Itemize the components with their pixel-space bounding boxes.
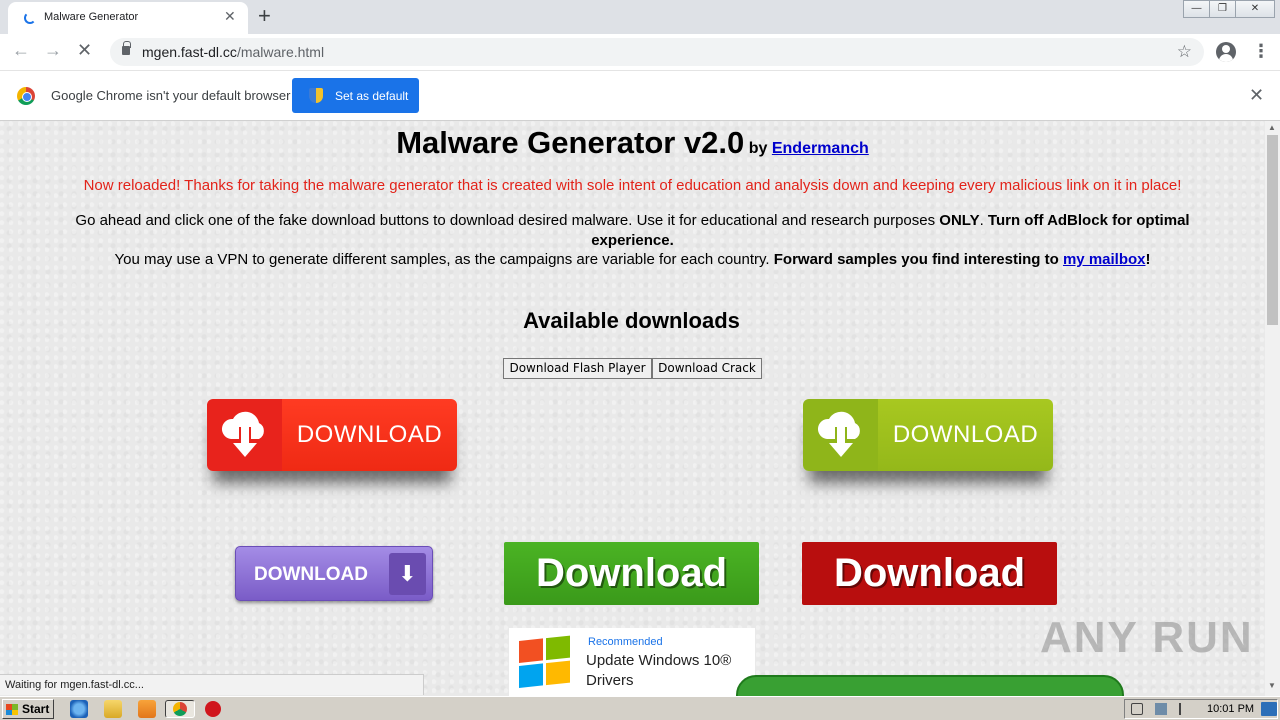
folder-icon[interactable] (104, 700, 122, 718)
vpn-paragraph: You may use a VPN to generate different … (114, 251, 1151, 268)
internet-explorer-icon[interactable] (70, 700, 88, 718)
restore-window-icon[interactable]: ❐ (1209, 0, 1236, 18)
forward-arrow-icon[interactable]: → (44, 40, 62, 61)
lock-icon[interactable] (122, 41, 131, 55)
scrollbar-thumb[interactable] (1267, 135, 1278, 325)
green-pill-download-button[interactable] (736, 675, 1124, 696)
infobar-close-icon[interactable]: ✕ (1249, 85, 1264, 106)
windows-flag-icon (6, 704, 18, 715)
page-title: Malware Generator v2.0 by Endermanch (396, 125, 869, 160)
show-desktop-icon[interactable] (1261, 702, 1277, 716)
loading-spinner-icon (24, 12, 36, 24)
status-bubble: Waiting for mgen.fast-dl.cc... (0, 674, 424, 695)
browser-toolbar: ← → ✕ mgen.fast-dl.cc/malware.html ☆ ⋮ (0, 34, 1280, 71)
tab-malware-generator[interactable]: Malware Generator ✕ (8, 2, 248, 34)
author-link[interactable]: Endermanch (772, 140, 869, 157)
anyrun-watermark: ANY RUN (1040, 613, 1254, 662)
purple-download-button[interactable]: DOWNLOAD ⬇ (235, 546, 433, 601)
instructions-paragraph: Go ahead and click one of the fake downl… (75, 212, 1190, 249)
media-player-icon[interactable] (138, 700, 156, 718)
red-download-button[interactable]: DOWNLOAD (207, 399, 457, 471)
profile-avatar-icon[interactable] (1216, 42, 1236, 62)
green-download-button[interactable]: DOWNLOAD (803, 399, 1053, 471)
red-download-label: DOWNLOAD (296, 421, 443, 448)
tab-close-icon[interactable]: ✕ (224, 8, 236, 25)
page-content: Malware Generator v2.0 by Endermanch Now… (0, 121, 1265, 696)
scroll-up-icon[interactable]: ▲ (1268, 123, 1276, 132)
green-download-label: DOWNLOAD (892, 421, 1039, 448)
default-browser-infobar: Google Chrome isn't your default browser… (0, 71, 1280, 121)
tab-title: Malware Generator (44, 11, 139, 23)
drivers-label: Drivers (586, 672, 634, 689)
available-downloads-heading: Available downloads (523, 308, 740, 333)
windows-taskbar: Start 10:01 PM (0, 696, 1280, 720)
minimize-window-icon[interactable]: — (1183, 0, 1210, 18)
recommended-label: Recommended (588, 636, 663, 648)
flat-green-download-button[interactable]: Download (504, 542, 759, 605)
flat-green-download-label: Download (535, 551, 728, 595)
close-window-icon[interactable]: ✕ (1235, 0, 1275, 18)
scroll-down-icon[interactable]: ▼ (1268, 681, 1276, 690)
back-arrow-icon[interactable]: ← (12, 40, 30, 61)
chrome-taskbar-icon[interactable] (165, 700, 195, 718)
reload-notice: Now reloaded! Thanks for taking the malw… (83, 177, 1182, 194)
address-bar[interactable]: mgen.fast-dl.cc/malware.html ☆ (110, 38, 1204, 66)
volume-icon[interactable] (1131, 703, 1143, 715)
stop-loading-icon[interactable]: ✕ (77, 40, 92, 61)
infobar-message: Google Chrome isn't your default browser (51, 88, 291, 103)
chrome-menu-icon[interactable]: ⋮ (1252, 41, 1270, 62)
windows-logo-icon (519, 635, 575, 693)
flat-red-download-label: Download (833, 551, 1026, 595)
tab-strip: Malware Generator ✕ + — ❐ ✕ (0, 0, 1280, 34)
new-tab-button[interactable]: + (258, 3, 271, 29)
windows-update-ad[interactable]: Recommended Update Windows 10® Drivers (509, 628, 755, 696)
cloud-download-icon (817, 411, 860, 457)
system-tray: 10:01 PM (1124, 699, 1278, 719)
mailbox-link[interactable]: my mailbox (1063, 251, 1146, 268)
download-crack-button[interactable]: Download Crack (652, 358, 762, 379)
purple-download-label: DOWNLOAD (254, 564, 368, 585)
start-button[interactable]: Start (2, 699, 54, 719)
cloud-download-icon (221, 411, 264, 457)
bookmark-star-icon[interactable]: ☆ (1177, 42, 1192, 62)
warning-app-icon[interactable] (205, 701, 221, 717)
down-arrow-icon: ⬇ (389, 553, 426, 595)
set-as-default-button[interactable]: Set as default (292, 78, 419, 113)
vertical-scrollbar[interactable]: ▲ ▼ (1265, 121, 1280, 696)
url-text[interactable]: mgen.fast-dl.cc/malware.html (142, 44, 324, 60)
uac-shield-icon (309, 88, 323, 103)
update-windows-label: Update Windows 10® (586, 652, 732, 669)
download-flash-player-button[interactable]: Download Flash Player (503, 358, 652, 379)
chrome-logo-icon (17, 87, 35, 105)
flat-red-download-button[interactable]: Download (802, 542, 1057, 605)
clock[interactable]: 10:01 PM (1207, 703, 1254, 715)
flag-notification-icon[interactable] (1179, 703, 1191, 715)
network-icon[interactable] (1155, 703, 1167, 715)
set-as-default-label: Set as default (335, 89, 409, 103)
